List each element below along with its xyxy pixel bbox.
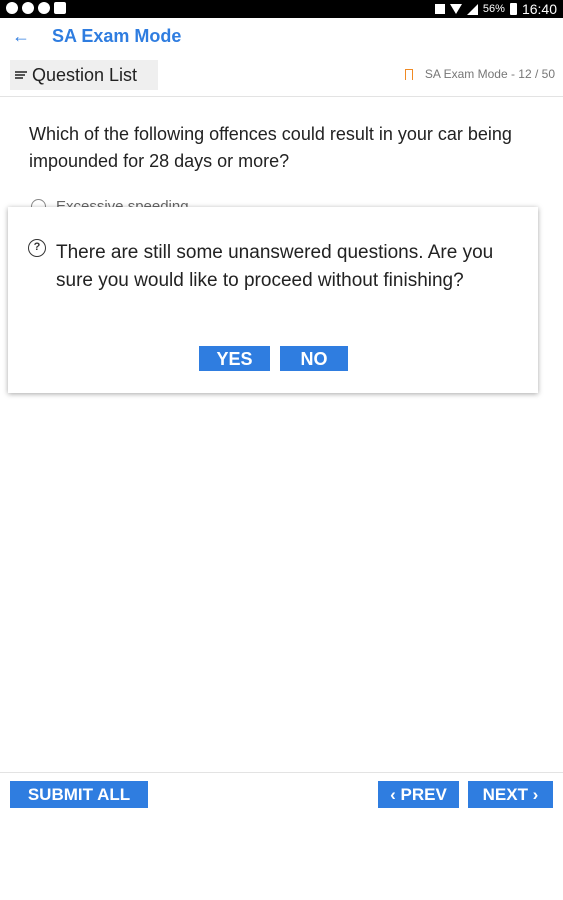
exam-toolbar: Question List SA Exam Mode - 12 / 50 [0, 58, 563, 97]
battery-icon [509, 3, 517, 15]
prev-button[interactable]: ‹ PREV [378, 781, 459, 808]
notification-icon [54, 2, 66, 14]
confirm-dialog: ? There are still some unanswered questi… [8, 207, 538, 393]
status-system-icons: 56% 16:40 [434, 1, 557, 17]
question-text: Which of the following offences could re… [29, 124, 512, 171]
question-list-button[interactable]: Question List [10, 60, 158, 90]
app-title: SA Exam Mode [52, 26, 182, 46]
dialog-message: There are still some unanswered question… [56, 242, 494, 291]
question-list-label: Question List [32, 64, 138, 85]
progress-text: SA Exam Mode - 12 / 50 [424, 67, 555, 81]
yes-button[interactable]: YES [199, 346, 270, 371]
no-button[interactable]: NO [280, 346, 348, 371]
next-button[interactable]: NEXT › [468, 781, 553, 808]
status-bar: 56% 16:40 [0, 0, 563, 18]
bottom-divider [0, 772, 563, 773]
notification-icon [22, 2, 34, 14]
list-icon [15, 70, 29, 80]
exam-progress[interactable]: SA Exam Mode - 12 / 50 [404, 67, 555, 84]
notification-icon [38, 2, 50, 14]
help-icon: ? [28, 239, 46, 257]
wifi-icon [449, 4, 462, 14]
submit-all-button[interactable]: SUBMIT ALL [10, 781, 148, 808]
battery-percent: 56% [482, 3, 505, 15]
mute-icon [434, 4, 445, 14]
back-arrow-icon[interactable]: ← [12, 26, 30, 47]
app-bar: ← SA Exam Mode [0, 18, 563, 58]
clock: 16:40 [521, 1, 557, 17]
bookmark-icon[interactable] [404, 68, 413, 84]
status-notification-icons [6, 2, 66, 14]
notification-icon [6, 2, 18, 14]
signal-icon [466, 3, 478, 15]
